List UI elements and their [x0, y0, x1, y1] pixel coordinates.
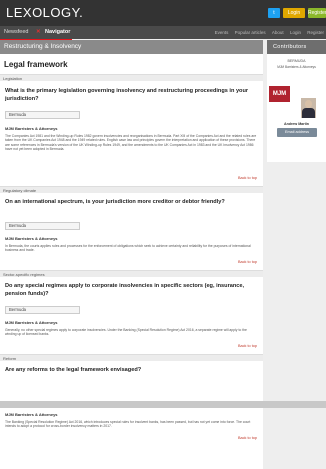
firm-name[interactable]: MJM Barristers & Attorneys [5, 236, 58, 241]
section-title-bar: Restructuring & Insolvency [0, 40, 263, 54]
bottom-banner [0, 401, 326, 408]
jurisdiction-tag[interactable]: Bermuda [5, 111, 80, 119]
answer-text: In Bermuda, the courts applies rules and… [5, 244, 251, 253]
nav-navigator[interactable]: Navigator [45, 26, 70, 39]
register-button[interactable]: Register [308, 8, 326, 18]
nav-about[interactable]: About [272, 30, 284, 35]
category-sector-specific: Sector-specific regimes [0, 270, 263, 277]
nav-newsfeed[interactable]: Newsfeed [4, 26, 28, 39]
back-to-top-link[interactable]: Back to top [238, 436, 257, 440]
back-to-top-link[interactable]: Back to top [238, 260, 257, 264]
firm-logo[interactable]: MJM [269, 86, 290, 102]
category-legislation: Legislation [0, 74, 263, 81]
contributors-sidebar: BERMUDA MJM Barristers & Attorneys MJM A… [267, 54, 326, 162]
nav-login[interactable]: Login [290, 30, 301, 35]
category-reform: Reform [0, 354, 263, 361]
jurisdiction-tag[interactable]: Bermuda [5, 222, 80, 230]
firm-name[interactable]: MJM Barristers & Attorneys [5, 320, 58, 325]
photo-body [302, 108, 315, 118]
firm-name[interactable]: MJM Barristers & Attorneys [5, 126, 58, 131]
back-to-top-link[interactable]: Back to top [238, 344, 257, 348]
jurisdiction-tag[interactable]: Bermuda [5, 306, 80, 314]
main-nav: Newsfeed ✕ Navigator Events Popular arti… [0, 26, 326, 39]
close-x-icon[interactable]: ✕ [36, 26, 41, 39]
answer-text: The Companies Act 1981 and the Winding-u… [5, 134, 257, 152]
twitter-icon[interactable]: t [268, 8, 280, 18]
photo-head [305, 100, 312, 108]
question: On an international spectrum, is your ju… [5, 199, 225, 205]
back-to-top-link[interactable]: Back to top [238, 176, 257, 180]
nav-register[interactable]: Register [307, 30, 324, 35]
firm-name[interactable]: MJM Barristers & Attorneys [5, 412, 58, 417]
question: Are any reforms to the legal framework e… [5, 367, 142, 373]
nav-right-links: Events Popular articles About Login Regi… [210, 26, 324, 39]
contributor-country: BERMUDA [287, 59, 306, 63]
author-photo[interactable] [301, 98, 316, 118]
question: What is the primary legislation governin… [5, 88, 249, 102]
sidebar-heading: Contributors [267, 40, 326, 54]
lexology-logo[interactable]: LEXOLOGY. [6, 5, 83, 20]
author-name[interactable]: Andrew Martin [267, 122, 326, 126]
nav-popular[interactable]: Popular articles [235, 30, 266, 35]
answer-text: Generally, no other special regimes appl… [5, 328, 247, 337]
answer-text: The Banking (Special Resolution Regime) … [5, 420, 251, 429]
login-button[interactable]: Login [283, 8, 305, 18]
contact-button[interactable]: Email address [277, 128, 317, 137]
nav-events[interactable]: Events [215, 30, 229, 35]
top-header: LEXOLOGY. t Login Register [0, 0, 326, 26]
contributor-firm[interactable]: MJM Barristers & Attorneys [267, 65, 326, 69]
question: Do any special regimes apply to corporat… [5, 283, 245, 297]
category-regulatory-climate: Regulatory climate [0, 186, 263, 193]
page-title: Legal framework [4, 60, 68, 69]
